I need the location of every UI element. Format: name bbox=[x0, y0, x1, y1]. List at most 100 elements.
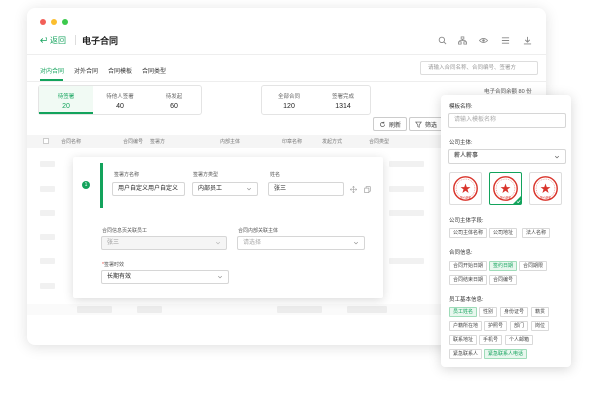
tag-position[interactable]: 岗位 bbox=[531, 321, 550, 331]
tag-contract-start[interactable]: 合同开始日期 bbox=[449, 261, 488, 271]
step-accent-bar bbox=[100, 163, 103, 208]
stat-all-contracts[interactable]: 全部合同 120 bbox=[262, 86, 316, 114]
stat-label: 待他人签署 bbox=[106, 94, 134, 100]
eye-icon[interactable] bbox=[479, 36, 488, 45]
related-employee-label: 合同信息页关联员工 bbox=[102, 228, 148, 234]
person-name-field[interactable]: 张三 bbox=[268, 182, 344, 196]
internal-subject-select[interactable]: 请选择 bbox=[237, 236, 365, 250]
tag-contract-end[interactable]: 合同结束日期 bbox=[449, 275, 488, 285]
back-arrow-icon bbox=[40, 37, 47, 43]
seal-option-3[interactable]: 薪人薪事 bbox=[529, 172, 562, 205]
tab-types[interactable]: 合同类型 bbox=[142, 66, 166, 75]
col-contract-number: 合同编号 bbox=[123, 139, 144, 145]
stat-value: 120 bbox=[283, 103, 295, 110]
company-subject-label: 公司主体: bbox=[449, 140, 473, 146]
stat-label: 待签署 bbox=[57, 94, 75, 100]
tag-contract-number[interactable]: 合同编号 bbox=[489, 275, 518, 285]
back-button[interactable]: 返回 bbox=[40, 35, 66, 46]
tag-employee-name[interactable]: 员工姓名 bbox=[449, 307, 478, 317]
page-title: 电子合同 bbox=[82, 36, 119, 46]
title-divider bbox=[75, 35, 76, 45]
filter-label: 筛选 bbox=[425, 122, 438, 129]
skeleton-cell bbox=[40, 258, 55, 264]
seal-option-2-selected[interactable]: 薪人薪事 bbox=[489, 172, 522, 205]
list-icon[interactable] bbox=[501, 36, 510, 45]
stat-label: 全部合同 bbox=[277, 94, 300, 100]
refresh-button[interactable]: 刷新 bbox=[373, 117, 408, 131]
tag-company-address[interactable]: 公司地址 bbox=[489, 228, 518, 238]
tag-gender[interactable]: 性别 bbox=[479, 307, 498, 317]
refresh-icon bbox=[380, 121, 385, 127]
col-seal-name: 印章名称 bbox=[282, 139, 303, 145]
col-initiation-method: 发起方式 bbox=[322, 139, 343, 145]
chevron-down-icon bbox=[215, 241, 221, 245]
pending-stats: 待签署 20 待他人签署 40 待发起 60 bbox=[38, 85, 202, 115]
validity-select[interactable]: 长期有效 bbox=[101, 270, 229, 284]
signer-type-value: 内部员工 bbox=[198, 186, 223, 192]
tag-department[interactable]: 部门 bbox=[510, 321, 529, 331]
skeleton-cell bbox=[40, 161, 55, 167]
skeleton-cell bbox=[40, 234, 55, 240]
company-subject-select[interactable]: 薪人薪事 bbox=[448, 149, 566, 164]
tag-passport[interactable]: 护照号 bbox=[484, 321, 508, 331]
tab-internal[interactable]: 对内合同 bbox=[40, 66, 64, 75]
search-icon[interactable] bbox=[438, 36, 447, 45]
tag-sign-date[interactable]: 签约日期 bbox=[489, 261, 518, 271]
stat-signed[interactable]: 签署完成 1314 bbox=[316, 86, 370, 114]
stat-pending-sign[interactable]: 待签署 20 bbox=[39, 86, 93, 114]
close-dot[interactable] bbox=[40, 19, 46, 25]
tab-bar: 对内合同 对外合同 合同模板 合同类型 bbox=[40, 66, 166, 75]
chevron-down-icon bbox=[246, 187, 252, 191]
person-name-label: 姓名 bbox=[270, 172, 281, 178]
skeleton-cell bbox=[137, 306, 162, 313]
maximize-dot[interactable] bbox=[62, 19, 68, 25]
internal-subject-label: 合同内部关联主体 bbox=[238, 228, 279, 234]
tab-templates[interactable]: 合同模板 bbox=[108, 66, 132, 75]
select-all-checkbox[interactable] bbox=[43, 138, 49, 144]
internal-subject-placeholder: 请选择 bbox=[243, 240, 262, 246]
tag-id-number[interactable]: 身份证号 bbox=[500, 307, 529, 317]
total-stats: 全部合同 120 签署完成 1314 bbox=[261, 85, 371, 115]
tag-email[interactable]: 个人邮箱 bbox=[505, 335, 534, 345]
skeleton-cell bbox=[347, 306, 387, 313]
signer-name-field[interactable]: 用户自定义用户自定义 bbox=[112, 182, 185, 196]
tag-emergency-phone[interactable]: 紧急联系人电话 bbox=[484, 349, 528, 359]
chevron-down-icon bbox=[554, 155, 560, 159]
step-number-badge: 1 bbox=[82, 181, 90, 189]
col-internal-subject: 内部主体 bbox=[220, 139, 241, 145]
signer-type-select[interactable]: 内部员工 bbox=[192, 182, 258, 196]
skeleton-cell bbox=[389, 186, 424, 192]
skeleton-cell bbox=[389, 210, 424, 216]
org-tree-icon[interactable] bbox=[458, 36, 467, 45]
skeleton-cell bbox=[277, 306, 322, 313]
template-name-label: 模板名称: bbox=[449, 104, 473, 110]
validity-label: *签署时效 bbox=[102, 261, 124, 268]
tag-phone[interactable]: 手机号 bbox=[479, 335, 503, 345]
template-name-input[interactable]: 请输入模板名称 bbox=[448, 113, 566, 128]
col-contract-name: 合同名称 bbox=[61, 139, 82, 145]
tag-native-place[interactable]: 籍贯 bbox=[531, 307, 550, 317]
skeleton-cell bbox=[389, 161, 424, 167]
tag-company-name[interactable]: 公司主体名称 bbox=[449, 228, 488, 238]
minimize-dot[interactable] bbox=[51, 19, 57, 25]
seal-option-1[interactable]: 薪人薪事 bbox=[449, 172, 482, 205]
tag-address[interactable]: 联系地址 bbox=[449, 335, 478, 345]
tag-contract-term[interactable]: 合同期限 bbox=[519, 261, 548, 271]
tag-legal-rep[interactable]: 法人名称 bbox=[522, 228, 551, 238]
drag-handle-icon[interactable] bbox=[350, 186, 357, 193]
stat-label: 签署完成 bbox=[331, 94, 354, 100]
filter-button[interactable]: 筛选 bbox=[409, 117, 444, 131]
seal-text: 薪人薪事 bbox=[460, 195, 471, 199]
template-settings-panel: 模板名称: 请输入模板名称 公司主体: 薪人薪事 薪人薪事 薪人薪事 薪人薪事 … bbox=[441, 95, 571, 367]
filter-icon bbox=[415, 121, 422, 128]
tag-emergency-contact[interactable]: 紧急联系人 bbox=[449, 349, 483, 359]
download-icon[interactable] bbox=[523, 36, 532, 45]
tab-external[interactable]: 对外合同 bbox=[74, 66, 98, 75]
refresh-label: 刷新 bbox=[389, 122, 402, 129]
stat-others-pending[interactable]: 待他人签署 40 bbox=[93, 86, 147, 114]
copy-icon[interactable] bbox=[364, 186, 371, 193]
search-input[interactable]: 请输入合同名称、合同编号、签署方 bbox=[420, 61, 538, 75]
signer-name-label: 签署方名称 bbox=[114, 172, 140, 178]
tag-household[interactable]: 户籍所在地 bbox=[449, 321, 483, 331]
stat-to-initiate[interactable]: 待发起 60 bbox=[147, 86, 201, 114]
